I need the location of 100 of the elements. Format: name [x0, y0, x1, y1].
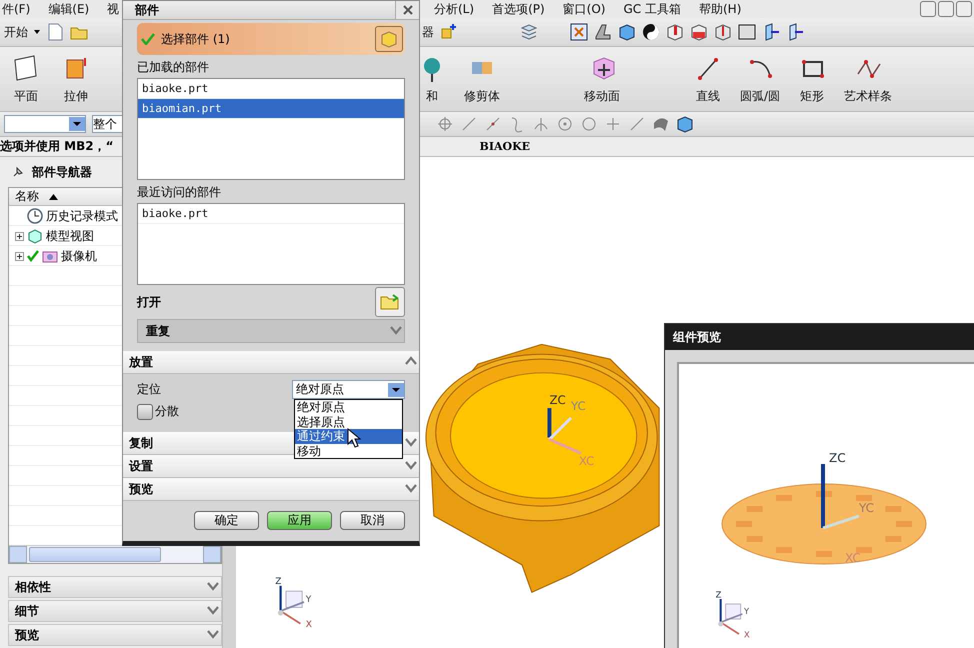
- layers-icon[interactable]: [520, 23, 538, 41]
- menu-item[interactable]: 件(F): [2, 0, 30, 18]
- start-menu[interactable]: 开始: [4, 24, 28, 40]
- pin-icon[interactable]: [12, 166, 24, 178]
- section-label: 已加载的部件: [137, 59, 210, 76]
- expand-toggle-icon[interactable]: [15, 232, 24, 240]
- toolbar-button[interactable]: 修剪体: [460, 52, 504, 106]
- fit-view-icon[interactable]: [570, 23, 588, 41]
- placement-section-header[interactable]: 放置: [123, 351, 419, 374]
- horizontal-scrollbar[interactable]: [9, 545, 221, 563]
- repeat-section-header[interactable]: 重复: [137, 319, 405, 343]
- open-label: 打开: [137, 294, 161, 310]
- collapsed-section-header[interactable]: 设置: [123, 455, 419, 478]
- minimize-button[interactable]: [920, 1, 936, 17]
- menu-item[interactable]: 首选项(P): [492, 0, 545, 18]
- tree-item[interactable]: 摄像机: [61, 248, 97, 264]
- toolbar-button[interactable]: 圆弧/圆: [736, 52, 784, 106]
- new-file-icon[interactable]: [46, 23, 64, 41]
- menu-item[interactable]: 分析(L): [434, 0, 474, 18]
- menu-item[interactable]: 帮助(H): [698, 0, 742, 18]
- dialog-button[interactable]: 确定: [194, 511, 259, 530]
- expand-chevron-icon[interactable]: [403, 436, 419, 448]
- menu-item[interactable]: 窗口(O): [562, 0, 606, 18]
- dialog-title: 部件: [135, 2, 159, 18]
- viewport-title: BIAOKE: [480, 140, 530, 153]
- intersection-icon[interactable]: [532, 115, 550, 133]
- dialog-button[interactable]: 取消: [340, 511, 405, 530]
- expand-toggle-icon[interactable]: [15, 252, 24, 260]
- dropdown-option[interactable]: 通过约束: [295, 429, 402, 444]
- menu-item[interactable]: GC 工具箱: [623, 0, 681, 18]
- axis-label: ZC: [829, 451, 846, 465]
- toolbar-button[interactable]: 和: [410, 52, 454, 106]
- axis-label: ZC: [549, 393, 566, 408]
- plus-icon[interactable]: [604, 115, 622, 133]
- navigator-panel-header[interactable]: 细节: [8, 600, 222, 622]
- expand-chevron-icon[interactable]: [403, 458, 419, 470]
- position-dropdown[interactable]: 绝对原点: [292, 380, 405, 399]
- axis-label: Z: [275, 577, 282, 587]
- open-folder-button[interactable]: [375, 287, 405, 317]
- section-title: 设置: [129, 458, 153, 474]
- view-triad-drawing: [718, 599, 743, 635]
- end-point-icon[interactable]: [460, 115, 478, 133]
- expand-chevron-icon[interactable]: [205, 628, 221, 640]
- tree-item[interactable]: 模型视图: [46, 228, 94, 244]
- collapsed-section-header[interactable]: 预览: [123, 478, 419, 501]
- caret-icon[interactable]: [34, 30, 40, 34]
- point-on-curve-icon[interactable]: [628, 115, 646, 133]
- center-point-icon[interactable]: [556, 115, 574, 133]
- axis-label: YC: [571, 399, 586, 414]
- filled-cube-icon[interactable]: [690, 23, 708, 41]
- toolbar-button[interactable]: 艺术样条: [840, 52, 896, 106]
- axis-label: X: [744, 629, 750, 639]
- add-component-icon[interactable]: [440, 23, 458, 41]
- close-icon: [402, 5, 412, 15]
- open-folder-icon: [380, 293, 400, 311]
- axis-label: YC: [859, 501, 874, 515]
- toolbar-button[interactable]: 直线: [686, 52, 730, 106]
- expand-chevron-icon[interactable]: [205, 580, 221, 592]
- toolbar-button[interactable]: 移动面: [580, 52, 624, 106]
- cube-button[interactable]: [375, 26, 403, 52]
- toolbar-button[interactable]: 平面: [4, 52, 48, 106]
- cube-icon[interactable]: [676, 115, 694, 133]
- column-header[interactable]: 名称: [15, 188, 39, 205]
- close-button[interactable]: [395, 1, 419, 19]
- wire-cube-icon: [27, 228, 43, 244]
- checkbox[interactable]: [137, 404, 153, 420]
- menu-item[interactable]: 视: [107, 0, 120, 18]
- background-color-icon[interactable]: [738, 23, 756, 41]
- close-button[interactable]: [956, 1, 972, 17]
- axis-label: Z: [716, 589, 722, 600]
- navigator-panel-header[interactable]: 预览: [8, 624, 222, 646]
- quadrant-point-icon[interactable]: [580, 115, 598, 133]
- snap-point-icon[interactable]: [436, 115, 454, 133]
- list-item[interactable]: biaomian.prt: [138, 99, 404, 119]
- section-title: 放置: [129, 354, 153, 370]
- navigator-panel-header[interactable]: 相依性: [8, 576, 222, 598]
- shaded-view-icon[interactable]: [594, 23, 612, 41]
- clock-icon: [27, 208, 43, 224]
- dropdown-option[interactable]: 移动: [295, 444, 402, 458]
- toolbar-button[interactable]: 拉伸: [54, 52, 98, 106]
- expand-chevron-icon[interactable]: [403, 482, 419, 494]
- select-part-bar[interactable]: 选择部件 (1): [137, 23, 405, 55]
- cube-icon[interactable]: [618, 23, 636, 41]
- panel-title: 相依性: [15, 578, 51, 596]
- dialog-button[interactable]: 应用: [267, 511, 332, 530]
- panel-title: 细节: [15, 602, 39, 620]
- mid-point-icon[interactable]: [484, 115, 502, 133]
- collapse-chevron-icon[interactable]: [403, 354, 419, 366]
- axis-label: X: [306, 620, 312, 629]
- menu-item[interactable]: 编辑(E): [48, 0, 90, 18]
- toolbar-button[interactable]: 矩形: [790, 52, 834, 106]
- mouse-pointer-icon: [347, 428, 361, 448]
- tree-item[interactable]: 历史记录模式: [46, 208, 118, 224]
- section-cube-icon[interactable]: [666, 23, 684, 41]
- wire-cube-icon[interactable]: [714, 23, 732, 41]
- restore-button[interactable]: [938, 1, 954, 17]
- expand-chevron-icon[interactable]: [388, 324, 404, 336]
- expand-chevron-icon[interactable]: [205, 604, 221, 616]
- yin-yang-icon[interactable]: [642, 23, 660, 41]
- select-part-label: 选择部件 (1): [161, 30, 230, 48]
